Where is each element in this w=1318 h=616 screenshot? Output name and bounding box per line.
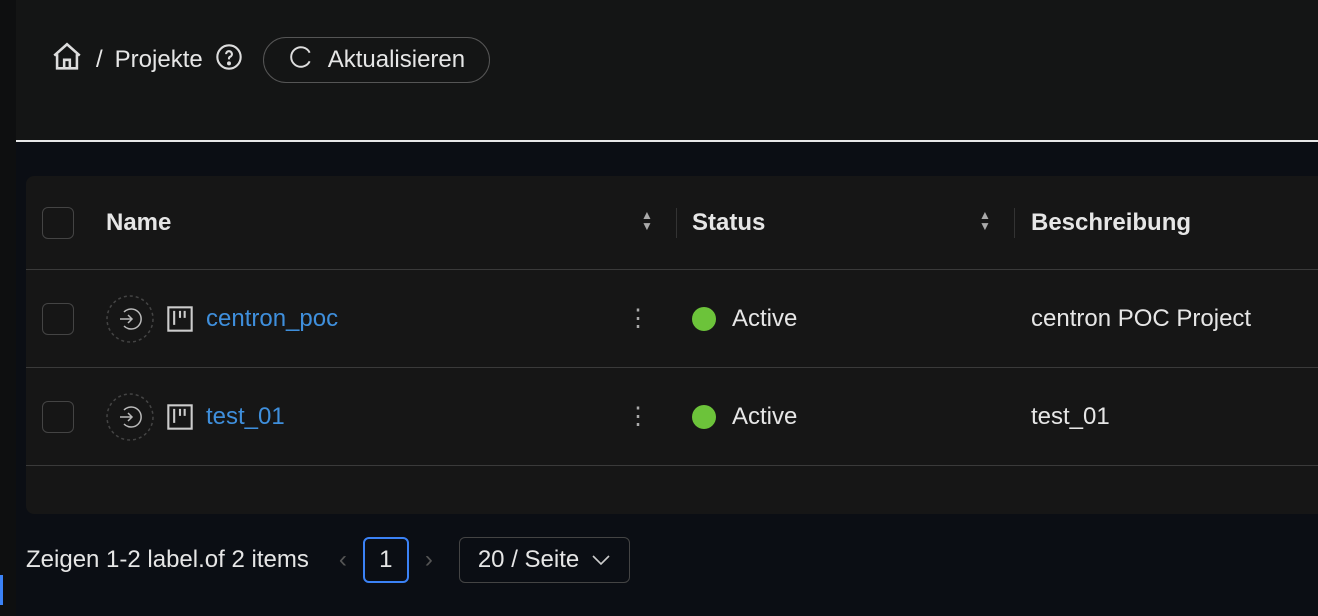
column-header-description[interactable]: Beschreibung — [1031, 209, 1191, 237]
column-header-status[interactable]: Status — [692, 209, 765, 237]
status-label: Active — [732, 304, 798, 332]
left-accent-marker — [0, 575, 3, 605]
project-link[interactable]: test_01 — [206, 403, 285, 431]
select-all-checkbox[interactable] — [42, 206, 74, 239]
status-cell: Active — [692, 403, 797, 431]
column-header-name[interactable]: Name — [106, 209, 171, 237]
status-dot — [692, 306, 716, 331]
enter-project-icon[interactable] — [106, 392, 154, 441]
prev-page-icon[interactable]: ‹ — [339, 546, 347, 574]
sort-icon[interactable]: ▲ ▼ — [979, 209, 991, 232]
row-checkbox[interactable] — [42, 302, 74, 335]
status-dot — [692, 404, 716, 429]
description-cell: test_01 — [1031, 402, 1110, 430]
home-icon[interactable] — [50, 40, 84, 81]
row-checkbox[interactable] — [42, 400, 74, 433]
more-actions-icon[interactable]: ⋮ — [626, 402, 650, 431]
refresh-button[interactable]: Aktualisieren — [262, 37, 491, 83]
projects-table: Name ▲ ▼ Status ▲ ▼ Beschreibung centron_p… — [26, 176, 1318, 514]
page-size-value: 20 / Seite — [477, 546, 580, 573]
pagination: Zeigen 1-2 label.of 2 items ‹ 1 › 20 / S… — [26, 537, 631, 583]
more-actions-icon[interactable]: ⋮ — [626, 304, 650, 333]
refresh-label: Aktualisieren — [327, 46, 466, 73]
board-icon — [166, 305, 194, 333]
pagination-summary: Zeigen 1-2 label.of 2 items — [26, 546, 309, 573]
sort-icon[interactable]: ▲ ▼ — [641, 209, 653, 232]
column-divider[interactable] — [1014, 208, 1015, 238]
project-link[interactable]: centron_poc — [206, 305, 338, 333]
column-divider[interactable] — [676, 208, 677, 238]
page-size-select[interactable]: 20 / Seite — [458, 537, 631, 583]
enter-project-icon[interactable] — [106, 294, 154, 343]
chevron-down-icon — [591, 546, 611, 574]
table-row: centron_poc ⋮ Active centron POC Project — [26, 270, 1318, 368]
left-strip — [0, 0, 16, 616]
breadcrumb-current: Projekte — [114, 46, 203, 73]
help-icon[interactable] — [215, 43, 243, 78]
table-row: test_01 ⋮ Active test_01 — [26, 368, 1318, 466]
refresh-icon — [288, 44, 314, 77]
description-cell: centron POC Project — [1031, 304, 1252, 332]
page-header: / Projekte Aktualisieren — [16, 0, 1318, 142]
breadcrumb-separator: / — [96, 46, 103, 73]
next-page-icon[interactable]: › — [425, 546, 433, 574]
breadcrumb: / Projekte Aktualisieren — [50, 37, 491, 83]
table-header-row: Name ▲ ▼ Status ▲ ▼ Beschreibung — [26, 176, 1318, 270]
board-icon — [166, 403, 194, 431]
status-cell: Active — [692, 305, 797, 333]
status-label: Active — [732, 402, 798, 430]
page-button[interactable]: 1 — [362, 537, 409, 583]
